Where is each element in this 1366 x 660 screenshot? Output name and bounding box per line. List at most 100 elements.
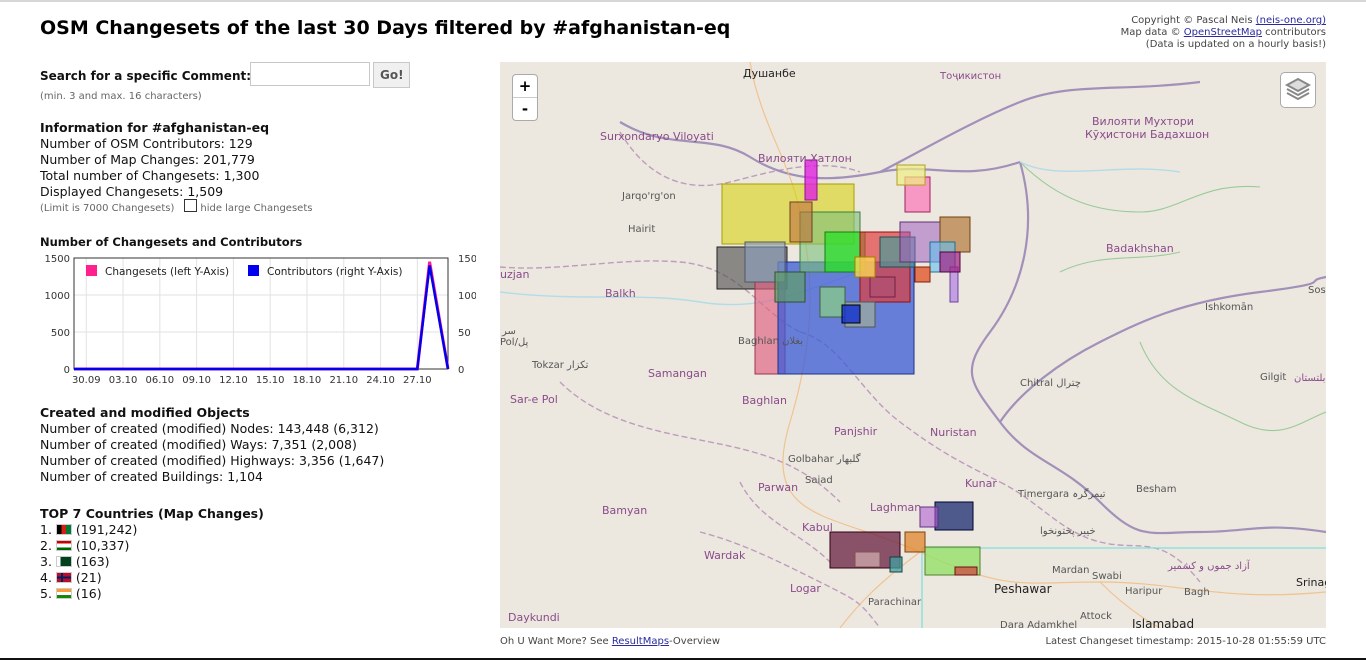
svg-text:Attock: Attock	[1080, 611, 1112, 622]
chart-x-tick-label: 15.10	[256, 375, 285, 386]
go-button[interactable]: Go!	[373, 62, 410, 88]
svg-text:Srinag: Srinag	[1296, 576, 1326, 589]
svg-text:uzjan: uzjan	[500, 268, 530, 281]
svg-text:Baghlan بغلان: Baghlan بغلان	[738, 336, 803, 347]
tajikistan-flag-icon	[55, 540, 72, 551]
svg-text:Bagh: Bagh	[1184, 587, 1210, 598]
svg-text:Душанбе: Душанбе	[743, 67, 796, 80]
svg-text:آزاد جموں و کشمیر: آزاد جموں و کشمیر	[1167, 559, 1251, 572]
svg-text:Кӯҳистони Бадахшон: Кӯҳистони Бадахшон	[1085, 128, 1209, 141]
svg-text:Swabi: Swabi	[1092, 571, 1122, 582]
latest-timestamp: Latest Changeset timestamp: 2015-10-28 0…	[1045, 636, 1326, 647]
svg-text:Dara Adamkhel: Dara Adamkhel	[1000, 620, 1077, 628]
svg-text:Ishkomān: Ishkomān	[1205, 302, 1253, 313]
svg-text:Laghman: Laghman	[870, 501, 921, 514]
page-title: OSM Changesets of the last 30 Days filte…	[40, 17, 731, 39]
chart-y-right-tick-label: 50	[458, 328, 471, 339]
search-label: Search for a specific Comment:	[40, 69, 252, 83]
chart-x-tick-label: 30.09	[72, 375, 101, 386]
search-input[interactable]	[250, 62, 370, 86]
svg-text:Chitral چترال: Chitral چترال	[1020, 378, 1081, 389]
svg-text:Mardan: Mardan	[1052, 565, 1090, 576]
chart-x-tick-label: 06.10	[146, 375, 175, 386]
info-section: Information for #afghanistan-eq Number o…	[40, 120, 312, 217]
contributors-count: Number of OSM Contributors: 129	[40, 136, 253, 151]
objects-heading: Created and modified Objects	[40, 405, 250, 420]
svg-text:Gilgit: Gilgit	[1260, 372, 1286, 383]
svg-text:Jarqo'rg'on: Jarqo'rg'on	[621, 191, 676, 202]
svg-text:Pol/پل: Pol/پل	[500, 337, 529, 348]
country-item: 2. (10,337)	[40, 538, 130, 553]
chart-x-tick-label: 18.10	[293, 375, 322, 386]
svg-text:Logar: Logar	[790, 582, 821, 595]
hide-large-checkbox[interactable]	[184, 199, 198, 212]
objects-section: Created and modified Objects Number of c…	[40, 405, 384, 485]
result-maps-link[interactable]: ResultMaps	[612, 636, 669, 647]
chart-y-right-tick-label: 100	[458, 291, 476, 302]
chart-y-right-tick-label: 150	[458, 254, 476, 265]
map-canvas[interactable]: Душанбе Тоҷикистон Вилояти Мухтори Кӯҳис…	[500, 62, 1326, 628]
svg-text:Bamyan: Bamyan	[602, 504, 647, 517]
svg-text:Nuristan: Nuristan	[930, 426, 977, 439]
district-border	[921, 547, 1326, 628]
svg-text:سر: سر	[501, 326, 516, 337]
copyright-notice: Copyright © Pascal Neis (neis-one.org) M…	[1120, 15, 1326, 50]
svg-text:Baghlan: Baghlan	[742, 394, 787, 407]
svg-text:Badakhshan: Badakhshan	[1106, 242, 1174, 255]
chart-x-tick-label: 03.10	[109, 375, 138, 386]
svg-text:Вилояти Мухтори: Вилояти Мухтори	[1092, 115, 1194, 128]
legend-label-contributors: Contributors (right Y-Axis)	[267, 266, 402, 278]
chart-x-tick-label: 24.10	[366, 375, 395, 386]
svg-text:Timergara تیمرگرہ: Timergara تیمرگرہ	[1017, 488, 1106, 500]
svg-text:Вилояти Хатлон: Вилояти Хатлон	[758, 152, 852, 165]
svg-text:Saiad: Saiad	[805, 475, 833, 486]
svg-text:Peshawar: Peshawar	[994, 582, 1052, 596]
displayed-changesets: Displayed Changesets: 1,509	[40, 184, 224, 199]
zoom-control: + -	[512, 74, 538, 121]
neis-one-link[interactable]: (neis-one.org)	[1256, 15, 1326, 26]
chart-y-left-tick-label: 1500	[45, 254, 70, 265]
result-maps-note: Oh U Want More? See ResultMaps-Overview	[500, 636, 720, 647]
svg-text:Hairit: Hairit	[628, 224, 655, 235]
svg-text:Тоҷикистон: Тоҷикистон	[939, 71, 1001, 82]
layers-icon	[1284, 77, 1312, 101]
afghanistan-flag-icon	[55, 524, 72, 535]
map-changes-count: Number of Map Changes: 201,779	[40, 152, 255, 167]
changeset-map[interactable]: Душанбе Тоҷикистон Вилояти Мухтори Кӯҳис…	[500, 62, 1326, 628]
svg-text:Kabul: Kabul	[802, 521, 833, 534]
openstreetmap-link[interactable]: OpenStreetMap	[1184, 27, 1262, 38]
svg-text:خیبر پختونخوا: خیبر پختونخوا	[1040, 526, 1096, 537]
legend-swatch-changesets	[86, 265, 97, 276]
limit-note: (Limit is 7000 Changesets)	[40, 203, 175, 214]
green-boundaries	[1019, 161, 1326, 432]
buildings-count: Number of created Buildings: 1,104	[40, 469, 263, 484]
legend-label-changesets: Changesets (left Y-Axis)	[105, 266, 229, 278]
svg-text:Islamabad: Islamabad	[1132, 617, 1194, 628]
svg-text:Parachinar: Parachinar	[868, 597, 922, 608]
svg-text:Wardak: Wardak	[704, 549, 746, 562]
chart-y-left-tick-label: 0	[64, 365, 70, 376]
svg-text:Panjshir: Panjshir	[834, 425, 878, 438]
layers-button[interactable]	[1280, 72, 1316, 108]
pakistan-flag-icon	[55, 556, 72, 567]
svg-text:Samangan: Samangan	[648, 367, 707, 380]
norway-flag-icon	[55, 572, 72, 583]
chart-x-tick-label: 12.10	[219, 375, 248, 386]
chart-y-right-tick-label: 0	[458, 365, 464, 376]
svg-text:Surxondaryo Viloyati: Surxondaryo Viloyati	[600, 130, 714, 143]
zoom-in-button[interactable]: +	[513, 75, 537, 98]
svg-text:Sost: Sost	[1308, 285, 1326, 296]
info-heading: Information for #afghanistan-eq	[40, 120, 270, 135]
chart-title: Number of Changesets and Contributors	[40, 235, 303, 249]
svg-text:Daykundi: Daykundi	[508, 611, 560, 624]
svg-text:Golbahar گلبهار: Golbahar گلبهار	[788, 453, 861, 465]
nodes-count: Number of created (modified) Nodes: 143,…	[40, 421, 379, 436]
highways-count: Number of created (modified) Highways: 3…	[40, 453, 385, 468]
zoom-out-button[interactable]: -	[513, 98, 537, 120]
search-hint: (min. 3 and max. 16 characters)	[40, 91, 202, 102]
legend-swatch-contributors	[248, 265, 259, 276]
country-item: 1. (191,242)	[40, 522, 138, 537]
changeset-boxes	[716, 159, 981, 576]
svg-text:Besham: Besham	[1136, 484, 1176, 495]
svg-text:بلتستان: بلتستان	[1294, 373, 1325, 384]
